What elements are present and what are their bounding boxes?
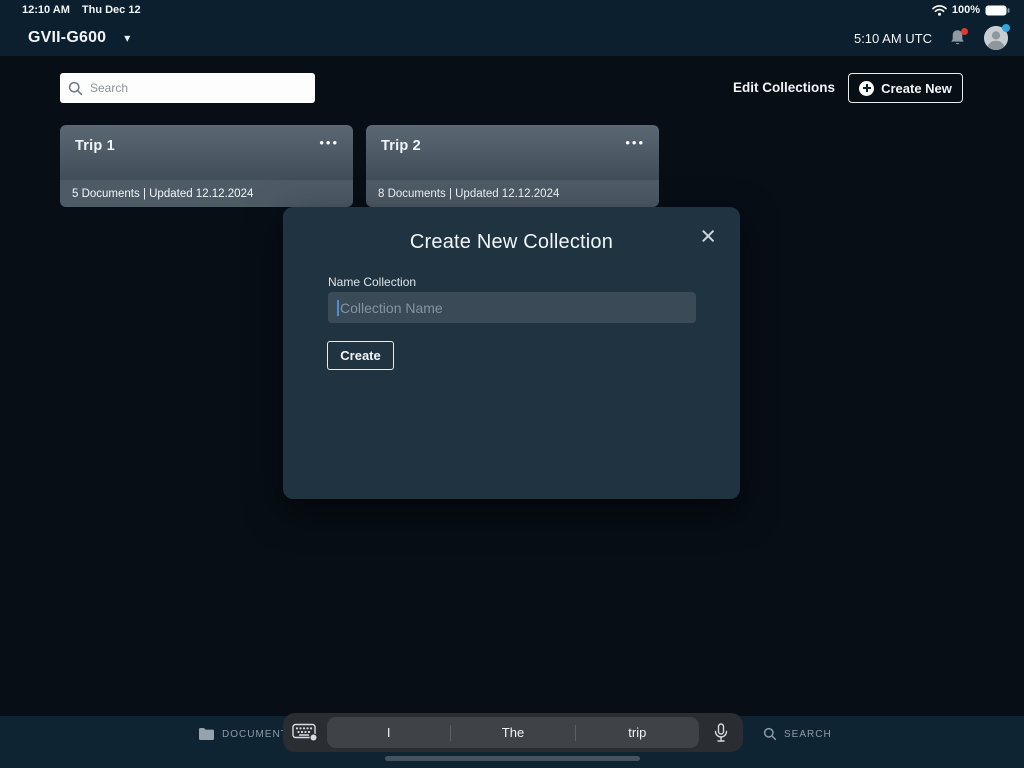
collection-card-trip-1[interactable]: Trip 1 ••• 5 Documents | Updated 12.12.2…	[60, 125, 353, 207]
chevron-down-icon: ▾	[124, 32, 130, 44]
notifications-button[interactable]	[948, 28, 968, 48]
close-icon[interactable]: ×	[694, 217, 722, 256]
create-button[interactable]: Create	[327, 341, 394, 370]
suggestion-3[interactable]: trip	[576, 717, 699, 748]
modal-title: Create New Collection	[283, 231, 740, 254]
card-meta: 5 Documents | Updated 12.12.2024	[60, 180, 353, 207]
status-left: 12:10 AM Thu Dec 12	[22, 4, 141, 16]
app-header: GVII-G600 ▾ 5:10 AM UTC	[0, 20, 1024, 56]
dictation-button[interactable]	[699, 713, 743, 752]
keyboard-icon	[292, 723, 318, 742]
avatar[interactable]	[984, 26, 1008, 50]
card-title: Trip 1	[75, 138, 115, 154]
plus-icon	[859, 81, 874, 96]
status-date: Thu Dec 12	[82, 4, 141, 16]
edit-collections-button[interactable]: Edit Collections	[733, 80, 835, 95]
tab-search[interactable]: SEARCH	[763, 727, 832, 741]
status-bar: 12:10 AM Thu Dec 12 100%	[0, 0, 1024, 20]
header-right: 5:10 AM UTC	[854, 26, 1008, 50]
status-time: 12:10 AM	[22, 4, 70, 16]
aircraft-selector[interactable]: GVII-G600 ▾	[28, 29, 130, 47]
folder-icon	[198, 727, 215, 741]
notification-badge	[961, 28, 968, 35]
aircraft-name: GVII-G600	[28, 29, 106, 47]
tab-documents[interactable]: DOCUMENTS	[198, 727, 295, 741]
ellipsis-menu-icon[interactable]: •••	[319, 138, 339, 148]
search-icon	[68, 81, 83, 96]
create-collection-modal: Create New Collection × Name Collection …	[283, 207, 740, 499]
wifi-icon	[932, 5, 947, 16]
card-title: Trip 2	[381, 138, 421, 154]
presence-badge	[1002, 24, 1010, 32]
card-header: Trip 2 •••	[366, 125, 659, 180]
suggestion-1[interactable]: I	[327, 717, 450, 748]
search-tab-label: SEARCH	[784, 729, 832, 740]
collection-card-trip-2[interactable]: Trip 2 ••• 8 Documents | Updated 12.12.2…	[366, 125, 659, 207]
text-cursor	[337, 300, 339, 316]
microphone-icon	[714, 723, 728, 743]
home-indicator[interactable]	[385, 756, 640, 761]
keyboard-suggestion-bar: I The trip	[283, 713, 743, 752]
search-icon	[763, 727, 777, 741]
search-box[interactable]	[60, 73, 315, 103]
app-screen: 12:10 AM Thu Dec 12 100%	[0, 0, 1024, 768]
card-meta: 8 Documents | Updated 12.12.2024	[366, 180, 659, 207]
battery-icon	[985, 5, 1010, 16]
status-right: 100%	[932, 4, 1010, 16]
name-collection-label: Name Collection	[328, 275, 416, 289]
utc-time: 5:10 AM UTC	[854, 31, 932, 46]
card-header: Trip 1 •••	[60, 125, 353, 180]
ellipsis-menu-icon[interactable]: •••	[625, 138, 645, 148]
keyboard-shortcuts-button[interactable]	[283, 713, 327, 752]
collection-name-input[interactable]	[328, 292, 696, 323]
create-new-button[interactable]: Create New	[848, 73, 963, 103]
top-chrome: 12:10 AM Thu Dec 12 100%	[0, 0, 1024, 56]
predictive-text-strip: I The trip	[327, 717, 699, 748]
suggestion-2[interactable]: The	[451, 717, 574, 748]
create-new-label: Create New	[881, 81, 952, 96]
search-input[interactable]	[90, 81, 307, 95]
battery-percent: 100%	[952, 4, 980, 16]
